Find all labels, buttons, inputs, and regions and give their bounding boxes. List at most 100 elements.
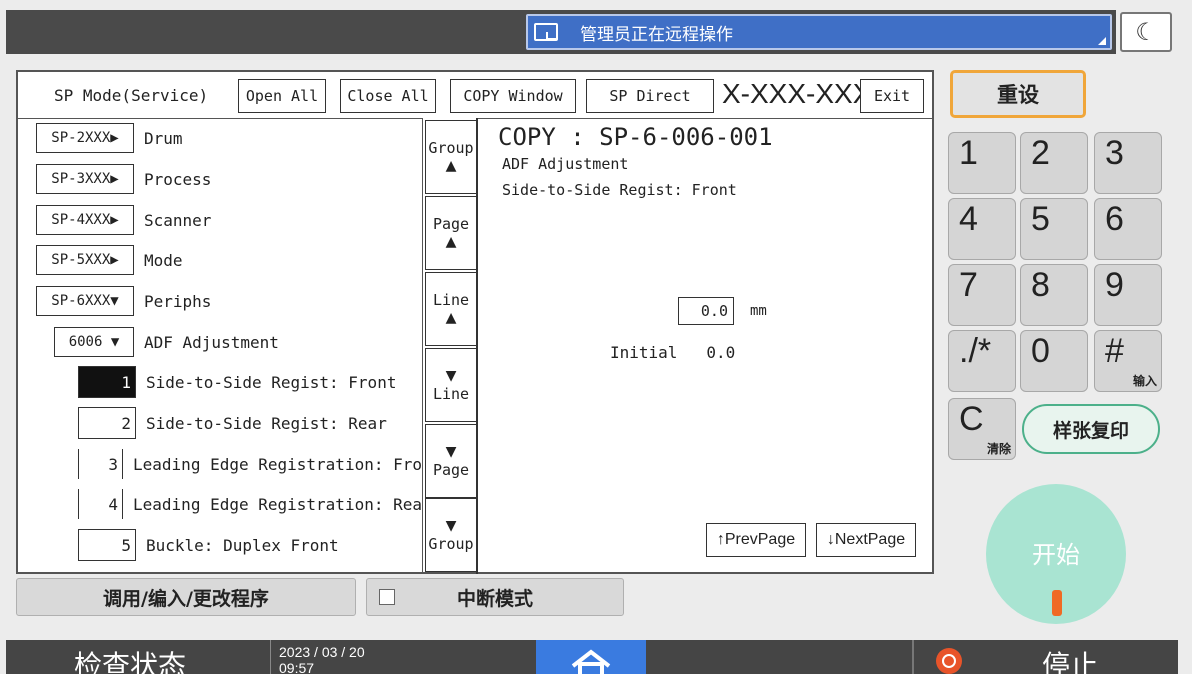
key-3[interactable]: 3 xyxy=(1094,132,1162,194)
item-row-3[interactable]: 3 Leading Edge Registration: Fro xyxy=(78,449,422,479)
home-icon xyxy=(571,649,611,674)
remote-operation-banner: 管理员正在远程操作 xyxy=(526,14,1112,50)
prev-page-button[interactable]: ↑PrevPage xyxy=(706,523,806,557)
group-down-button[interactable]: ▼ Group xyxy=(425,498,477,572)
sp-subtitle: ADF Adjustment xyxy=(502,155,629,173)
sp-code-title: COPY : SP-6-006-001 xyxy=(498,123,773,151)
item-label: Buckle: Duplex Front xyxy=(146,535,339,555)
value-input[interactable]: 0.0 xyxy=(678,297,734,325)
subgroup-label: ADF Adjustment xyxy=(144,332,279,352)
item-label: Leading Edge Registration: Rea xyxy=(133,494,422,514)
item-row-5[interactable]: 5 Buckle: Duplex Front xyxy=(78,529,339,561)
sp-detail-area: COPY : SP-6-006-001 ADF Adjustment Side-… xyxy=(478,118,932,574)
item-label: Side-to-Side Regist: Front xyxy=(146,372,397,392)
exit-button[interactable]: Exit xyxy=(860,79,924,113)
group-code-button[interactable]: SP-6XXX▼ xyxy=(36,286,134,316)
date-time-display: 2023 / 03 / 20 09:57 xyxy=(270,640,400,674)
sp-mode-panel: SP Mode(Service) Open All Close All COPY… xyxy=(16,70,934,574)
group-code-button[interactable]: SP-4XXX▶ xyxy=(36,205,134,235)
key-hash-label: # xyxy=(1105,332,1124,370)
initial-label: Initial xyxy=(610,343,678,362)
key-0[interactable]: 0 xyxy=(1020,330,1088,392)
group-row-drum[interactable]: SP-2XXX▶ Drum xyxy=(36,123,183,153)
stop-button[interactable]: 停止 xyxy=(1042,644,1098,674)
interrupt-mode-label: 中断模式 xyxy=(456,587,533,610)
line-up-button[interactable]: Line ▲ xyxy=(425,272,477,346)
key-2[interactable]: 2 xyxy=(1020,132,1088,194)
reset-button[interactable]: 重设 xyxy=(950,70,1086,118)
close-all-button[interactable]: Close All xyxy=(340,79,436,113)
subgroup-row-adf[interactable]: 6006 ▼ ADF Adjustment xyxy=(54,327,279,357)
program-button[interactable]: 调用/编入/更改程序 xyxy=(16,578,356,616)
key-1[interactable]: 1 xyxy=(948,132,1016,194)
item-number-button[interactable]: 4 xyxy=(78,489,124,519)
group-up-button[interactable]: Group ▲ xyxy=(425,120,477,194)
group-row-periphs[interactable]: SP-6XXX▼ Periphs xyxy=(36,286,211,316)
item-label: Side-to-Side Regist: Rear xyxy=(146,413,387,433)
banner-corner-icon xyxy=(1098,37,1106,45)
interrupt-checkbox xyxy=(379,589,395,605)
initial-value-text: Initial 0.0 xyxy=(610,343,735,362)
remote-operation-text: 管理员正在远程操作 xyxy=(580,24,733,45)
subgroup-code-button[interactable]: 6006 ▼ xyxy=(54,327,134,357)
interrupt-mode-button[interactable]: 中断模式 xyxy=(366,578,624,616)
group-code-button[interactable]: SP-2XXX▶ xyxy=(36,123,134,153)
up-arrow-icon: ▲ xyxy=(445,307,457,328)
key-6[interactable]: 6 xyxy=(1094,198,1162,260)
stop-icon xyxy=(936,648,962,674)
check-status-button[interactable]: 检查状态 xyxy=(74,644,186,674)
remote-screen-icon xyxy=(534,23,558,41)
key-5[interactable]: 5 xyxy=(1020,198,1088,260)
page-down-button[interactable]: ▼ Page xyxy=(425,424,477,498)
item-row-2[interactable]: 2 Side-to-Side Regist: Rear xyxy=(78,407,387,439)
line-down-button[interactable]: ▼ Line xyxy=(425,348,477,422)
clear-key[interactable]: C 清除 xyxy=(948,398,1016,460)
group-label: Scanner xyxy=(144,210,212,230)
date-text: 2023 / 03 / 20 xyxy=(279,644,365,660)
start-indicator-led xyxy=(1052,590,1062,616)
down-arrow-icon: ▼ xyxy=(445,365,457,386)
key-hash[interactable]: # 输入 xyxy=(1094,330,1162,392)
clear-key-sublabel: 清除 xyxy=(986,442,1011,456)
key-7[interactable]: 7 xyxy=(948,264,1016,326)
navigation-column: Group ▲ Page ▲ Line ▲ ▼ Line ▼ Page ▼ Gr… xyxy=(422,118,478,574)
item-number-button[interactable]: 3 xyxy=(78,449,124,479)
key-9[interactable]: 9 xyxy=(1094,264,1162,326)
energy-saver-button[interactable]: ☾ xyxy=(1120,12,1172,52)
open-all-button[interactable]: Open All xyxy=(238,79,326,113)
home-button[interactable] xyxy=(536,640,646,674)
key-4[interactable]: 4 xyxy=(948,198,1016,260)
sample-copy-button[interactable]: 样张复印 xyxy=(1022,404,1160,454)
up-arrow-icon: ▲ xyxy=(445,231,457,252)
page-down-label: Page xyxy=(432,461,470,479)
status-divider xyxy=(912,640,914,674)
group-down-label: Group xyxy=(428,535,474,553)
item-row-1[interactable]: 1 Side-to-Side Regist: Front xyxy=(78,366,397,398)
group-label: Drum xyxy=(144,128,183,148)
sp-group-list: SP-2XXX▶ Drum SP-3XXX▶ Process SP-4XXX▶ … xyxy=(18,118,422,574)
group-label: Mode xyxy=(144,250,183,270)
key-8[interactable]: 8 xyxy=(1020,264,1088,326)
item-row-4[interactable]: 4 Leading Edge Registration: Rea xyxy=(78,489,422,519)
group-code-button[interactable]: SP-5XXX▶ xyxy=(36,245,134,275)
page-up-button[interactable]: Page ▲ xyxy=(425,196,477,270)
sp-direct-button[interactable]: SP Direct xyxy=(586,79,714,113)
group-code-button[interactable]: SP-3XXX▶ xyxy=(36,164,134,194)
group-row-mode[interactable]: SP-5XXX▶ Mode xyxy=(36,245,183,275)
key-hash-sublabel: 输入 xyxy=(1132,374,1157,388)
item-label: Leading Edge Registration: Fro xyxy=(133,454,422,474)
item-number-button[interactable]: 5 xyxy=(78,529,136,561)
group-label: Process xyxy=(144,169,212,189)
item-number-button[interactable]: 1 xyxy=(78,366,136,398)
group-row-process[interactable]: SP-3XXX▶ Process xyxy=(36,164,211,194)
value-unit: mm xyxy=(750,303,767,319)
sp-mode-title: SP Mode(Service) xyxy=(54,86,209,105)
group-row-scanner[interactable]: SP-4XXX▶ Scanner xyxy=(36,205,211,235)
item-number-button[interactable]: 2 xyxy=(78,407,136,439)
copy-window-button[interactable]: COPY Window xyxy=(450,79,576,113)
moon-icon: ☾ xyxy=(1135,18,1157,46)
next-page-button[interactable]: ↓NextPage xyxy=(816,523,916,557)
sp-item-title: Side-to-Side Regist: Front xyxy=(502,181,737,199)
initial-value: 0.0 xyxy=(706,343,736,362)
key-dot-star[interactable]: ./* xyxy=(948,330,1016,392)
